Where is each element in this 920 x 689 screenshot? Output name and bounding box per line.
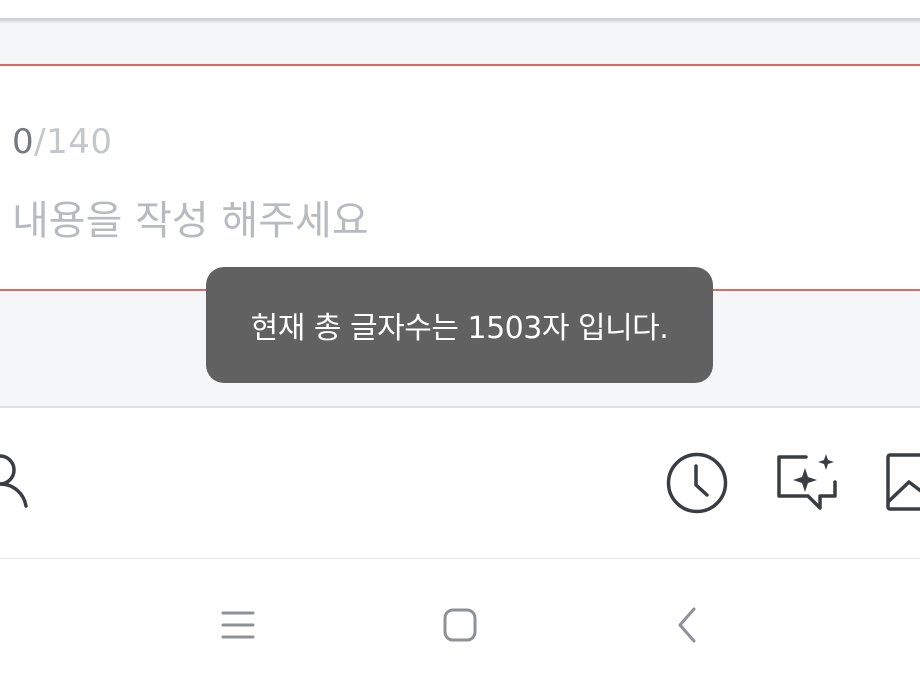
toast-text: 현재 총 글자수는 1503자 입니다. xyxy=(250,311,669,346)
toast-message: 현재 총 글자수는 1503자 입니다. xyxy=(206,267,713,383)
content-editor[interactable]: 0/140 xyxy=(0,64,920,291)
content-input[interactable] xyxy=(12,196,892,246)
back-icon[interactable] xyxy=(674,605,702,645)
character-counter: 0/140 xyxy=(12,122,113,162)
home-icon[interactable] xyxy=(442,607,478,643)
counter-max: /140 xyxy=(34,122,113,162)
system-navigation-bar xyxy=(0,559,920,689)
person-icon[interactable] xyxy=(0,450,34,510)
screen: 0/140 현재 총 글자수는 1503자 입니다. xyxy=(0,0,920,689)
counter-current: 0 xyxy=(12,122,35,162)
recent-apps-icon[interactable] xyxy=(220,607,256,643)
clock-icon[interactable] xyxy=(665,451,729,515)
top-spacer xyxy=(0,23,920,64)
image-icon[interactable] xyxy=(885,452,920,514)
bottom-toolbar xyxy=(0,408,920,559)
ai-chat-icon[interactable] xyxy=(776,452,840,516)
top-strip xyxy=(0,0,920,20)
